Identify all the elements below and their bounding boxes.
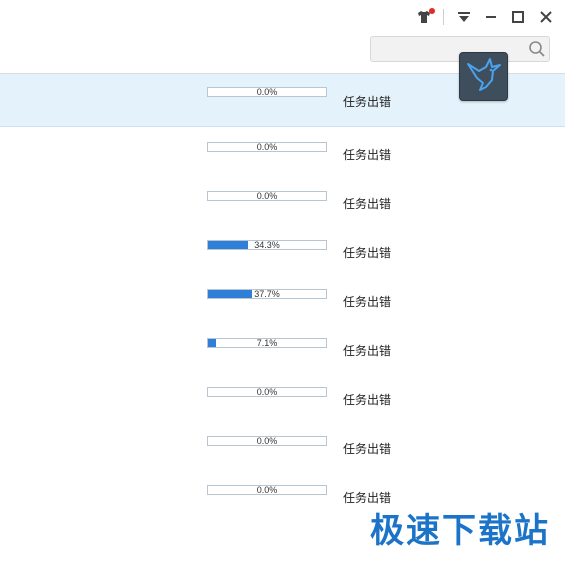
task-status: 任务出错 — [343, 393, 392, 407]
progress-text: 7.1% — [256, 338, 278, 348]
progress-bar: 37.7% — [207, 289, 327, 299]
progress-text: 0.0% — [256, 142, 278, 152]
menu-icon[interactable] — [454, 7, 474, 27]
task-status: 任务出错 — [343, 442, 392, 456]
task-row[interactable]: 0.0% 任务出错 — [0, 176, 565, 225]
progress-bar: 0.0% — [207, 87, 327, 97]
task-status: 任务出错 — [343, 197, 392, 211]
task-row[interactable]: 7.1% 任务出错 — [0, 323, 565, 372]
progress-bar: 7.1% — [207, 338, 327, 348]
title-bar — [0, 0, 565, 34]
skin-icon[interactable] — [414, 7, 435, 27]
task-status: 任务出错 — [343, 148, 392, 162]
close-icon[interactable] — [536, 7, 556, 27]
floating-bird-button[interactable] — [459, 52, 508, 101]
task-row[interactable]: 0.0% 任务出错 — [0, 372, 565, 421]
progress-bar: 0.0% — [207, 436, 327, 446]
progress-bar: 0.0% — [207, 142, 327, 152]
maximize-icon[interactable] — [508, 7, 528, 27]
progress-text: 0.0% — [256, 387, 278, 397]
progress-text: 0.0% — [256, 436, 278, 446]
watermark-text: 极速下载站 — [370, 512, 550, 550]
task-row[interactable]: 37.7% 任务出错 — [0, 274, 565, 323]
task-status: 任务出错 — [343, 95, 392, 109]
task-list: 0.0% 任务出错 0.0% 任务出错 0.0% 任务出错 34.3% 任务出错… — [0, 74, 565, 519]
progress-bar: 0.0% — [207, 485, 327, 495]
task-row[interactable]: 0.0% 任务出错 — [0, 127, 565, 176]
progress-text: 0.0% — [256, 191, 278, 201]
task-row[interactable]: 0.0% 任务出错 — [0, 421, 565, 470]
task-status: 任务出错 — [343, 344, 392, 358]
minimize-icon[interactable] — [481, 7, 501, 27]
notification-dot — [429, 8, 435, 14]
task-status: 任务出错 — [343, 295, 392, 309]
progress-text: 0.0% — [256, 485, 278, 495]
progress-text: 34.3% — [254, 240, 280, 250]
bird-icon — [464, 54, 504, 99]
progress-bar: 0.0% — [207, 191, 327, 201]
task-row[interactable]: 34.3% 任务出错 — [0, 225, 565, 274]
task-status: 任务出错 — [343, 246, 392, 260]
progress-bar: 34.3% — [207, 240, 327, 250]
titlebar-divider — [443, 9, 444, 25]
progress-text: 0.0% — [256, 87, 278, 97]
progress-bar: 0.0% — [207, 387, 327, 397]
progress-text: 37.7% — [254, 289, 280, 299]
search-icon[interactable] — [528, 40, 546, 58]
